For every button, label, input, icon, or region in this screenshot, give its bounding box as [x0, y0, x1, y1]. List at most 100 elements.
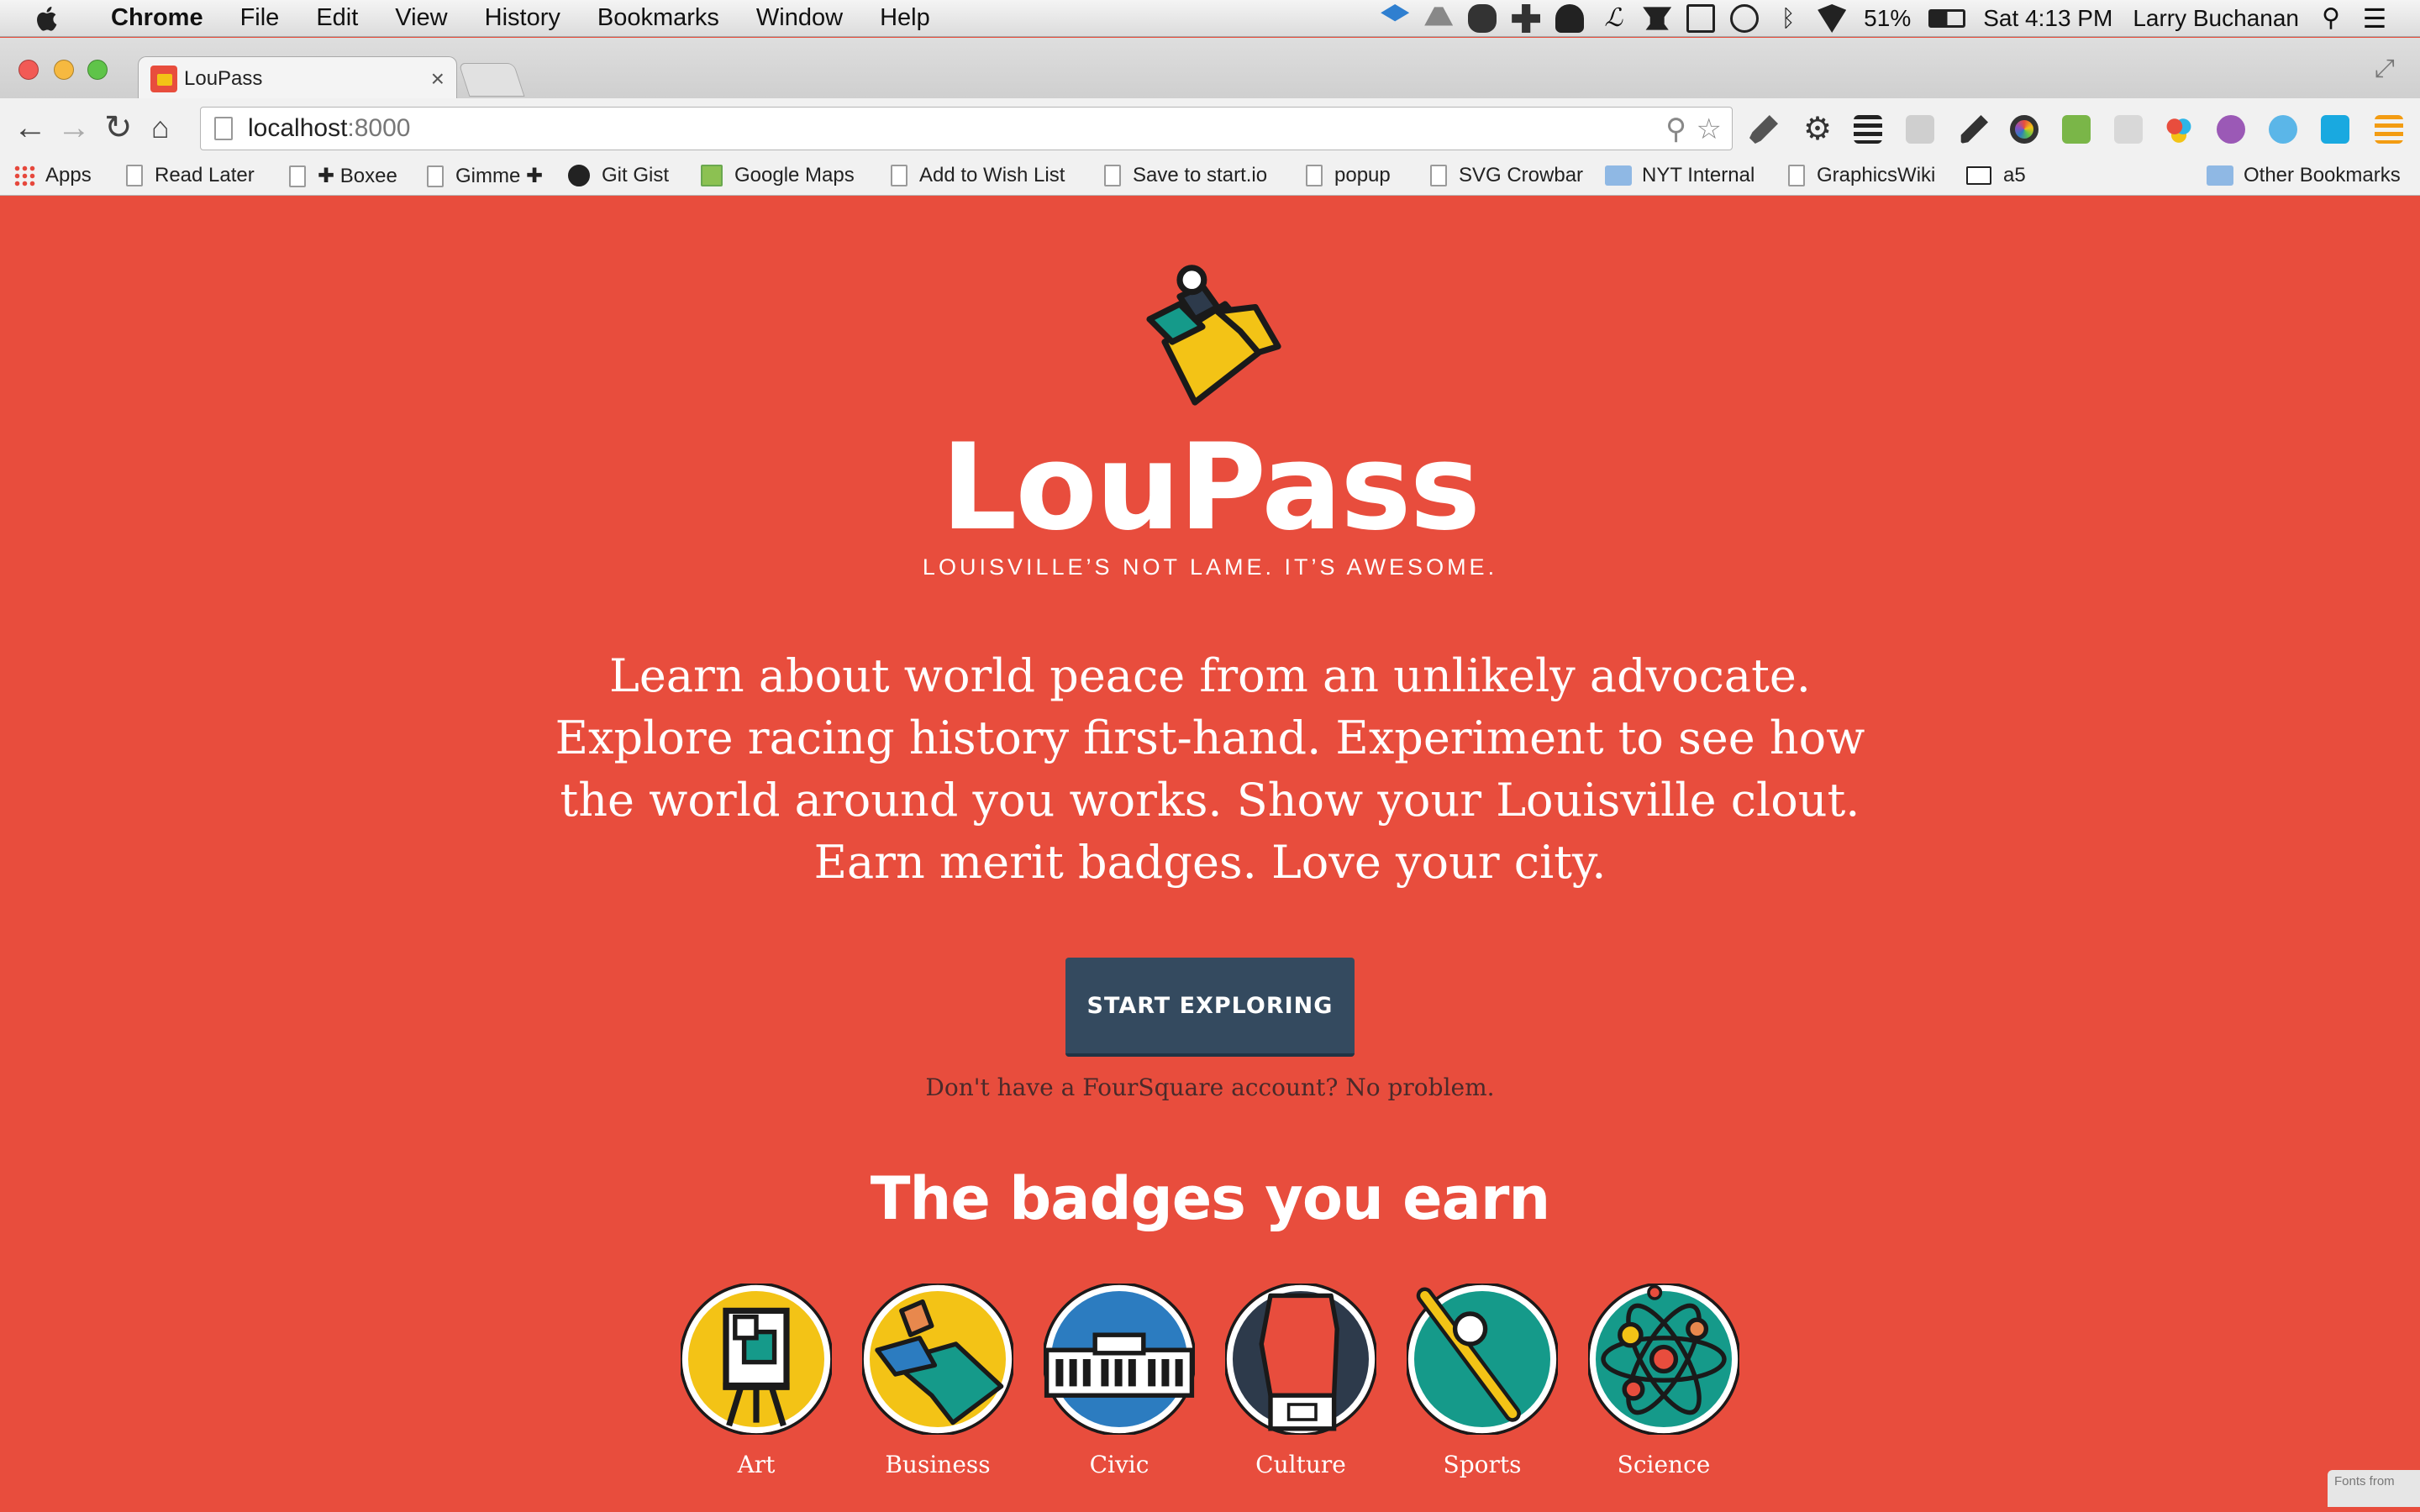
- government-building-icon: [1042, 1282, 1197, 1436]
- badge-label: Culture: [1255, 1451, 1346, 1478]
- menu-chrome[interactable]: Chrome: [92, 4, 222, 32]
- page-icon: [891, 165, 908, 186]
- fullscreen-icon[interactable]: ⤢: [2375, 55, 2395, 83]
- menu-help[interactable]: Help: [861, 4, 949, 32]
- page-icon: [1306, 165, 1323, 186]
- wrench-extension-icon[interactable]: [1749, 115, 1778, 144]
- color-circles-icon[interactable]: [2165, 115, 2193, 144]
- bookmark-save-to-start-io[interactable]: Save to start.io: [1104, 164, 1267, 187]
- page-title: LouPass: [940, 418, 1481, 557]
- menubar-user[interactable]: Larry Buchanan: [2133, 5, 2299, 32]
- dropbox-icon[interactable]: [1381, 4, 1410, 22]
- intro-paragraph: Learn about world peace from an unlikely…: [555, 649, 1865, 889]
- menubar-clock[interactable]: Sat 4:13 PM: [1983, 5, 2112, 32]
- script-l-icon[interactable]: ℒ: [1599, 4, 1628, 33]
- notification-center-icon[interactable]: ☰: [2360, 4, 2389, 33]
- zoom-icon[interactable]: ⚲: [1665, 113, 1686, 146]
- elephant-icon[interactable]: [1468, 4, 1497, 33]
- orchid-extension-icon[interactable]: [2217, 115, 2245, 144]
- menu-bookmarks[interactable]: Bookmarks: [579, 4, 738, 32]
- bookmark-label: Save to start.io: [1133, 164, 1268, 186]
- chrome-menu-icon[interactable]: [2375, 115, 2403, 144]
- bookmark-popup[interactable]: popup: [1306, 164, 1391, 187]
- badge-label: Civic: [1089, 1451, 1150, 1478]
- color-wheel-icon[interactable]: [2010, 115, 2039, 144]
- badge-culture[interactable]: Culture: [1223, 1282, 1378, 1478]
- window-close-button[interactable]: [18, 60, 39, 80]
- back-icon[interactable]: ←: [13, 107, 47, 149]
- loupass-favicon: [150, 65, 177, 92]
- layers-extension-icon[interactable]: [1854, 115, 1882, 144]
- bookmark-graphicswiki[interactable]: GraphicsWiki: [1788, 164, 1935, 187]
- window-minimize-button[interactable]: [54, 60, 74, 80]
- bookmark-gimme[interactable]: Gimme ✚: [427, 164, 543, 188]
- menu-window[interactable]: Window: [738, 4, 861, 32]
- address-bar[interactable]: localhost :8000 ⚲ ☆: [200, 107, 1733, 150]
- menu-edit[interactable]: Edit: [297, 4, 376, 32]
- gear-icon[interactable]: ⚙: [1803, 113, 1832, 145]
- badge-label: Sports: [1443, 1451, 1522, 1478]
- start-exploring-button[interactable]: START EXPLORING: [1065, 958, 1355, 1057]
- menu-view[interactable]: View: [376, 4, 466, 32]
- bookmark-svg-crowbar[interactable]: SVG Crowbar: [1430, 164, 1583, 187]
- drive-icon[interactable]: [1424, 7, 1454, 26]
- reload-icon[interactable]: ↻: [104, 107, 133, 149]
- spotlight-icon[interactable]: ⚲: [2317, 4, 2345, 33]
- bookmark-star-icon[interactable]: ☆: [1697, 113, 1722, 146]
- bookmark-a5[interactable]: a5: [1966, 164, 2026, 187]
- bookmark-add-to-wish-list[interactable]: Add to Wish List: [891, 164, 1065, 187]
- page-icon: [1104, 165, 1121, 186]
- tab-close-icon[interactable]: ×: [431, 66, 445, 92]
- baseball-bat-icon: [1405, 1282, 1560, 1436]
- disabled-extension-icon[interactable]: [2114, 115, 2143, 144]
- folder-icon: [1605, 165, 1632, 186]
- bookmark-other-bookmarks[interactable]: Other Bookmarks: [2207, 164, 2401, 187]
- memory-icon[interactable]: [1686, 4, 1716, 33]
- fonts-from-badge[interactable]: Fonts from: [2328, 1470, 2420, 1507]
- badge-art[interactable]: Art: [679, 1282, 834, 1478]
- tab-strip: LouPass × ⤢: [0, 38, 2420, 100]
- linkedin-extension-icon[interactable]: [1906, 115, 1934, 144]
- time-machine-icon[interactable]: [1730, 4, 1760, 33]
- apps-grid-icon: [13, 165, 35, 186]
- wifi-icon[interactable]: [1818, 4, 1847, 33]
- bookmarks-bar: Apps Read Later ✚ Boxee Gimme ✚ Git Gist…: [0, 157, 2420, 196]
- bookmark-apps[interactable]: Apps: [13, 164, 92, 187]
- eyedropper-icon[interactable]: [1960, 115, 1988, 144]
- browser-toolbar: ← → ↻ ⌂ localhost :8000 ⚲ ☆ ⚙: [0, 98, 2420, 157]
- badge-sports[interactable]: Sports: [1405, 1282, 1560, 1478]
- battery-icon[interactable]: [1928, 9, 1966, 28]
- window-zoom-button[interactable]: [87, 60, 108, 80]
- bookmark-label: Other Bookmarks: [2244, 164, 2401, 186]
- foursquare-note[interactable]: Don't have a FourSquare account? No prob…: [0, 1074, 2420, 1101]
- bookmark-nyt-internal[interactable]: NYT Internal: [1605, 164, 1754, 187]
- download-extension-icon[interactable]: [2321, 115, 2349, 144]
- hat-icon[interactable]: [1555, 4, 1585, 33]
- bookmark-google-maps[interactable]: Google Maps: [701, 164, 855, 187]
- tagline: LOUISVILLE’S NOT LAME. IT’S AWESOME.: [922, 554, 1498, 580]
- menu-history[interactable]: History: [466, 4, 579, 32]
- new-tab-button[interactable]: [458, 63, 525, 97]
- plus-icon[interactable]: [1512, 4, 1541, 33]
- menu-file[interactable]: File: [222, 4, 298, 32]
- folder-icon: [2207, 165, 2233, 186]
- tab-loupass[interactable]: LouPass ×: [138, 56, 457, 100]
- evernote-icon[interactable]: [2062, 115, 2091, 144]
- bookmark-label: Add to Wish List: [919, 164, 1065, 186]
- bookmark-label: a5: [2003, 164, 2026, 186]
- racehorse-icon: [860, 1282, 1015, 1436]
- bookmark-boxee[interactable]: ✚ Boxee: [289, 164, 397, 188]
- apple-icon[interactable]: [34, 4, 62, 33]
- bluetooth-icon[interactable]: ᛒ: [1774, 4, 1802, 33]
- bookmark-read-later[interactable]: Read Later: [126, 164, 255, 187]
- forward-icon[interactable]: →: [57, 107, 91, 149]
- badge-business[interactable]: Business: [860, 1282, 1015, 1478]
- home-icon[interactable]: ⌂: [151, 107, 170, 149]
- bookmark-git-gist[interactable]: Git Gist: [568, 164, 669, 187]
- page-icon: [1788, 165, 1805, 186]
- vimium-icon[interactable]: [2269, 115, 2297, 144]
- badge-science[interactable]: Science: [1586, 1282, 1741, 1478]
- badge-civic[interactable]: Civic: [1042, 1282, 1197, 1478]
- menu-bar: Chrome File Edit View History Bookmarks …: [0, 0, 2420, 37]
- anvil-icon[interactable]: [1643, 7, 1672, 30]
